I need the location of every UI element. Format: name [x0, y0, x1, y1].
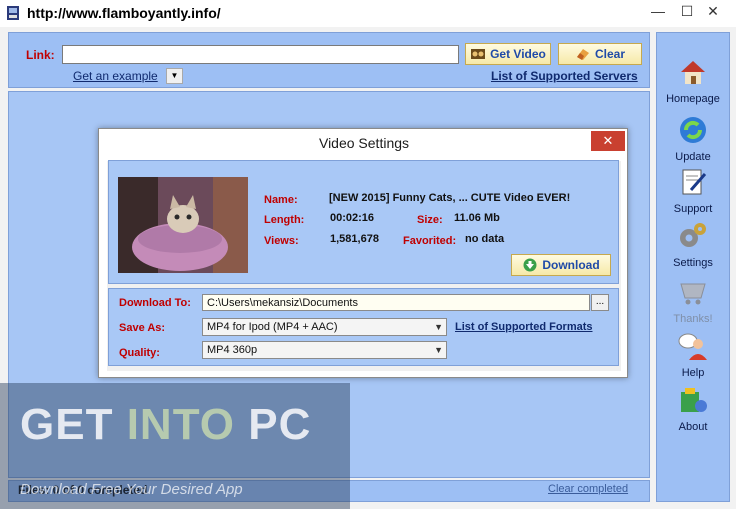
length-label: Length: [264, 214, 305, 226]
download-button[interactable]: Download [511, 254, 611, 276]
chevron-down-icon: ▼ [170, 71, 179, 80]
app-icon [7, 6, 19, 20]
sidebar-item-label: Thanks! [673, 313, 713, 325]
quality-select[interactable]: MP4 360p ▼ [202, 341, 447, 359]
watermark-logo: GET INTO PC [20, 400, 311, 450]
example-dropdown-button[interactable]: ▼ [166, 68, 183, 84]
sidebar-item-label: Settings [673, 257, 713, 269]
sidebar-item-label: Homepage [666, 93, 720, 105]
quality-label: Quality: [119, 347, 160, 359]
length-value: 00:02:16 [330, 212, 375, 224]
get-video-label: Get Video [490, 47, 546, 61]
help-icon [678, 333, 707, 360]
clear-label: Clear [594, 47, 626, 61]
dialog-close-button[interactable]: ✕ [591, 131, 625, 151]
sidebar-item-help[interactable]: Help [656, 330, 730, 379]
sidebar-item-support[interactable]: Support [656, 166, 730, 215]
link-input[interactable] [62, 45, 459, 64]
browse-button[interactable]: ... [591, 294, 609, 311]
sidebar-item-thanks[interactable]: Thanks! [656, 276, 730, 325]
name-label: Name: [264, 194, 298, 206]
name-value: [NEW 2015] Funny Cats, ... CUTE Video EV… [329, 192, 571, 204]
clear-button[interactable]: Clear [558, 43, 642, 65]
download-label: Download [542, 258, 600, 272]
home-icon [681, 61, 705, 84]
sidebar-item-label: Update [675, 151, 711, 163]
eraser-icon [576, 49, 589, 60]
video-thumbnail [118, 177, 248, 273]
views-label: Views: [264, 235, 299, 247]
favorited-label: Favorited: [403, 235, 457, 247]
watermark-into: INTO [126, 400, 235, 449]
sidebar-item-label: Help [681, 367, 705, 379]
size-value: 11.06 Mb [454, 212, 500, 224]
dialog-title: Video Settings [318, 135, 410, 151]
sidebar-item-homepage[interactable]: Homepage [656, 56, 730, 105]
save-as-value: MP4 for Ipod (MP4 + AAC) [207, 321, 338, 333]
size-label: Size: [417, 214, 443, 226]
get-video-button[interactable]: Get Video [465, 43, 551, 65]
save-as-label: Save As: [119, 322, 166, 334]
link-label: Link: [26, 48, 55, 62]
download-to-label: Download To: [119, 297, 191, 309]
quality-value: MP4 360p [207, 344, 258, 356]
clear-completed-link[interactable]: Clear completed [548, 483, 628, 495]
supported-formats-link[interactable]: List of Supported Formats [455, 321, 593, 333]
close-window-button[interactable]: ✕ [690, 0, 736, 22]
about-icon [681, 388, 707, 412]
update-icon [680, 117, 706, 143]
sidebar-item-about[interactable]: About [656, 384, 730, 433]
favorited-value: no data [465, 233, 505, 245]
sidebar-item-settings[interactable]: Settings [656, 220, 730, 269]
chevron-down-icon: ▼ [434, 345, 443, 355]
title-bar: http://www.flamboyantly.info/ — ☐ ✕ [0, 0, 736, 27]
sidebar-item-update[interactable]: Update [656, 114, 730, 163]
window-title: http://www.flamboyantly.info/ [27, 5, 221, 21]
watermark-tagline: Download Free Your Desired App [20, 481, 243, 498]
chevron-down-icon: ▼ [434, 322, 443, 332]
sidebar-item-label: Support [673, 203, 713, 215]
settings-icon [680, 223, 706, 247]
cart-icon [680, 283, 706, 305]
download-icon [523, 258, 537, 272]
watermark-pc: PC [235, 400, 312, 449]
supported-servers-link[interactable]: List of Supported Servers [491, 69, 638, 83]
watermark-get: GET [20, 400, 127, 449]
download-path-field[interactable]: C:\Users\mekansiz\Documents [202, 294, 590, 311]
views-value: 1,581,678 [330, 233, 379, 245]
get-example-link[interactable]: Get an example [73, 69, 158, 83]
film-icon [471, 49, 486, 59]
save-as-select[interactable]: MP4 for Ipod (MP4 + AAC) ▼ [202, 318, 447, 336]
support-icon [682, 169, 707, 195]
app-window: http://www.flamboyantly.info/ — ☐ ✕ Link… [0, 0, 736, 509]
sidebar-item-label: About [678, 421, 708, 433]
